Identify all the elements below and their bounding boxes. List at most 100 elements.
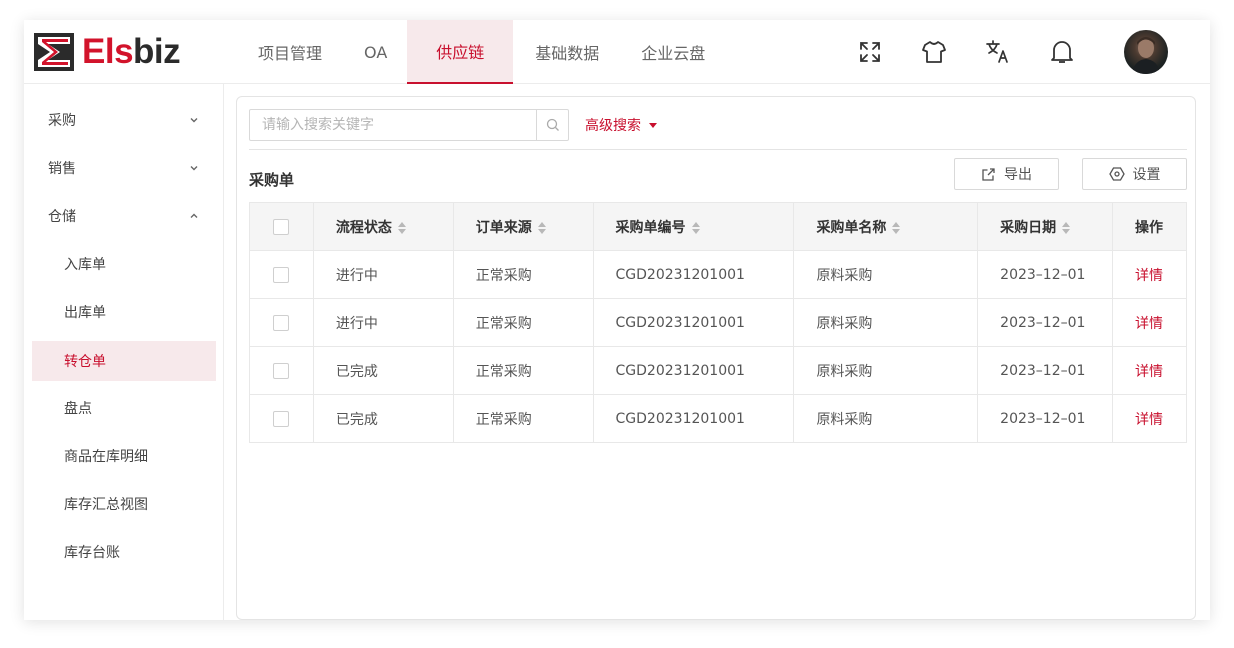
column-header-label: 订单来源 (475, 219, 532, 236)
column-header-name[interactable]: 采购单名称 (793, 202, 979, 251)
row-checkbox[interactable] (273, 266, 290, 283)
divider (249, 149, 1187, 150)
export-button[interactable]: 导出 (954, 158, 1059, 190)
user-avatar[interactable] (1124, 30, 1168, 74)
theme-shirt-icon[interactable] (918, 36, 950, 68)
content-card: 高级搜索 采购单 导出 设置 流程状态 订单来 (236, 96, 1196, 620)
cell-status: 进行中 (312, 250, 454, 299)
top-header: Elsbiz 项目管理 OA 供应链 基础数据 企业云盘 (24, 20, 1210, 84)
cell-code: CGD20231201001 (592, 298, 795, 347)
detail-link[interactable]: 详情 (1135, 412, 1163, 428)
sidebar-item-label: 库存汇总视图 (64, 497, 148, 513)
row-select-cell (249, 298, 314, 347)
logo-mark-icon (34, 33, 74, 71)
column-header-label: 采购日期 (1000, 219, 1057, 236)
sort-icon[interactable] (691, 221, 700, 234)
cell-action: 详情 (1112, 298, 1187, 347)
chevron-down-icon (190, 166, 198, 171)
purchase-order-table: 流程状态 订单来源 采购单编号 采购单名称 采购日期 操作 进行中 正常采购 C… (249, 202, 1187, 443)
search-input[interactable] (250, 110, 536, 140)
cell-source: 正常采购 (452, 298, 594, 347)
sidebar-item-label: 仓储 (48, 209, 76, 225)
sort-icon[interactable] (892, 221, 901, 234)
column-header-code[interactable]: 采购单编号 (592, 202, 795, 251)
search-button[interactable] (536, 110, 568, 140)
table-row: 已完成 正常采购 CGD20231201001 原料采购 2023–12–01 … (249, 346, 1187, 395)
cell-action: 详情 (1112, 250, 1187, 299)
translate-icon[interactable] (982, 36, 1014, 68)
export-label: 导出 (1004, 167, 1032, 183)
sort-icon[interactable] (537, 221, 546, 234)
table-row: 进行中 正常采购 CGD20231201001 原料采购 2023–12–01 … (249, 298, 1187, 347)
advanced-search-toggle[interactable]: 高级搜索 (585, 109, 657, 141)
logo-text-red: Els (82, 32, 134, 71)
settings-button[interactable]: 设置 (1082, 158, 1187, 190)
sidebar-item-inbound[interactable]: 入库单 (32, 244, 216, 284)
nav-item-cloud-disk[interactable]: 企业云盘 (621, 20, 725, 84)
column-header-label: 采购单编号 (615, 219, 686, 236)
sidebar-item-label: 商品在库明细 (64, 449, 148, 465)
logo-text-dark: biz (133, 32, 181, 71)
sidebar-item-label: 盘点 (64, 401, 92, 417)
row-select-cell (249, 346, 314, 395)
chevron-up-icon (190, 213, 198, 218)
sidebar-item-label: 销售 (48, 161, 76, 177)
cell-name: 原料采购 (793, 298, 979, 347)
brand-logo[interactable]: Elsbiz (34, 32, 181, 72)
cell-status: 已完成 (312, 346, 454, 395)
column-header-date[interactable]: 采购日期 (977, 202, 1114, 251)
cell-action: 详情 (1112, 394, 1187, 443)
sidebar-item-outbound[interactable]: 出库单 (32, 292, 216, 332)
sidebar-item-label: 库存台账 (64, 545, 120, 561)
cell-status: 进行中 (312, 298, 454, 347)
column-header-status[interactable]: 流程状态 (312, 202, 454, 251)
column-header-action: 操作 (1112, 202, 1187, 251)
select-all-cell (249, 202, 314, 251)
detail-link[interactable]: 详情 (1135, 364, 1163, 380)
column-header-label: 流程状态 (335, 219, 392, 236)
sidebar-item-inventory-summary[interactable]: 库存汇总视图 (32, 484, 216, 524)
sidebar-item-purchase[interactable]: 采购 (32, 100, 216, 140)
sidebar-item-label: 转仓单 (64, 354, 106, 370)
nav-item-supply-chain[interactable]: 供应链 (407, 20, 514, 84)
sidebar-item-stocktake[interactable]: 盘点 (32, 388, 216, 428)
cell-date: 2023–12–01 (977, 250, 1114, 299)
advanced-search-label: 高级搜索 (585, 118, 641, 134)
select-all-checkbox[interactable] (273, 218, 290, 235)
sidebar-item-inventory-ledger[interactable]: 库存台账 (32, 532, 216, 572)
cell-status: 已完成 (312, 394, 454, 443)
sort-icon[interactable] (1062, 221, 1071, 234)
column-header-source[interactable]: 订单来源 (452, 202, 594, 251)
page-title: 采购单 (249, 171, 295, 189)
sidebar-item-transfer[interactable]: 转仓单 (32, 341, 216, 381)
row-checkbox[interactable] (273, 410, 290, 427)
row-select-cell (249, 250, 314, 299)
sidebar-item-label: 出库单 (64, 305, 106, 321)
logo-wordmark: Elsbiz (82, 32, 181, 72)
sidebar-item-warehouse[interactable]: 仓储 (32, 196, 216, 236)
gear-icon (1108, 166, 1125, 182)
nav-item-oa[interactable]: OA (344, 20, 407, 84)
cell-name: 原料采购 (793, 394, 979, 443)
nav-item-project[interactable]: 项目管理 (236, 20, 344, 84)
cell-action: 详情 (1112, 346, 1187, 395)
detail-link[interactable]: 详情 (1135, 316, 1163, 332)
sidebar-item-label: 入库单 (64, 257, 106, 273)
table-header-row: 流程状态 订单来源 采购单编号 采购单名称 采购日期 操作 (249, 202, 1187, 251)
fullscreen-icon[interactable] (854, 36, 886, 68)
nav-item-base-data[interactable]: 基础数据 (513, 20, 621, 84)
row-checkbox[interactable] (273, 314, 290, 331)
row-select-cell (249, 394, 314, 443)
sort-icon[interactable] (397, 221, 406, 234)
bell-icon[interactable] (1046, 36, 1078, 68)
row-checkbox[interactable] (273, 362, 290, 379)
header-actions (854, 36, 1110, 68)
chevron-down-icon (190, 118, 198, 123)
cell-name: 原料采购 (793, 346, 979, 395)
sidebar-item-inventory-detail[interactable]: 商品在库明细 (32, 436, 216, 476)
detail-link[interactable]: 详情 (1135, 268, 1163, 284)
cell-code: CGD20231201001 (592, 250, 795, 299)
cell-source: 正常采购 (452, 346, 594, 395)
sidebar-item-label: 采购 (48, 113, 76, 129)
sidebar-item-sales[interactable]: 销售 (32, 148, 216, 188)
